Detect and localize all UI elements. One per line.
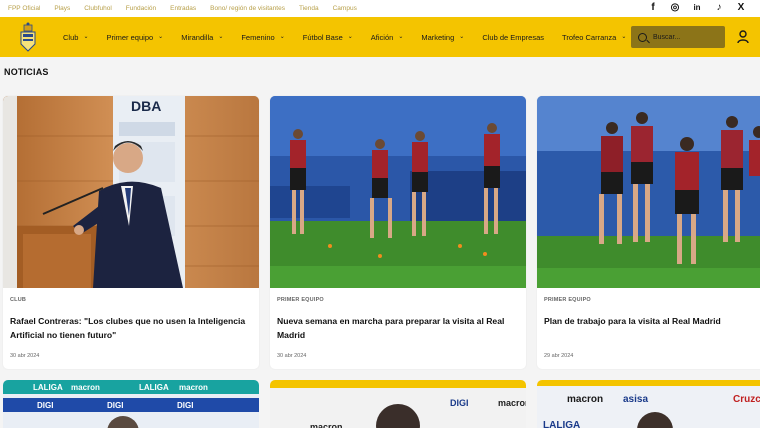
top-utility-bar: FPP Oficial Plays Clubfuhol Fundación En…	[0, 0, 760, 17]
news-date: 30 abr 2024	[277, 353, 307, 359]
chevron-down-icon: ⌄	[83, 34, 89, 40]
news-image-training[interactable]	[270, 96, 526, 288]
ad-text: DIGI	[107, 401, 123, 410]
topbar-link[interactable]: Plays	[54, 5, 70, 12]
ad-text: Cruzcampo	[733, 394, 760, 405]
ad-text: LALIGA	[33, 383, 63, 392]
nav-item-label: Marketing	[421, 32, 455, 42]
search-icon	[638, 32, 647, 42]
news-category: PRIMER EQUIPO	[544, 297, 591, 303]
news-title[interactable]: Rafael Contreras: "Los clubes que no use…	[10, 315, 250, 342]
news-image-press-conference[interactable]: DBA	[3, 96, 259, 288]
news-date: 30 abr 2024	[10, 353, 40, 359]
chevron-down-icon: ⌄	[398, 34, 404, 40]
user-account-icon[interactable]	[737, 30, 749, 44]
social-links: f ◎ in ♪ X	[648, 2, 746, 14]
main-navigation: Club ⌄ Primer equipo ⌄ Mirandilla ⌄ Femenin…	[0, 17, 760, 57]
news-card[interactable]: PRIMER EQUIPO Plan de trabajo para la vi…	[537, 96, 760, 369]
nav-item-label: Club	[63, 32, 79, 42]
nav-item-label: Primer equipo	[106, 32, 154, 42]
nav-item-label: Afición	[370, 32, 394, 42]
nav-item-primer-equipo[interactable]: Primer equipo ⌄	[106, 33, 163, 42]
news-title[interactable]: Plan de trabajo para la visita al Real M…	[544, 315, 760, 329]
chevron-down-icon: ⌄	[279, 34, 285, 40]
search-box[interactable]	[631, 26, 725, 48]
ad-text: macron	[310, 422, 343, 428]
news-card-image[interactable]: macron asisa Cruzcampo LALIGA	[537, 380, 760, 428]
x-icon[interactable]: X	[736, 2, 746, 14]
chevron-down-icon: ⌄	[459, 34, 465, 40]
topbar-link[interactable]: Clubfuhol	[84, 5, 111, 12]
news-card-image[interactable]: DIGI macron macron	[270, 380, 526, 428]
topbar-link[interactable]: Fundación	[126, 5, 156, 12]
news-card[interactable]: PRIMER EQUIPO Nueva semana en marcha par…	[270, 96, 526, 369]
ad-text: LALIGA	[543, 420, 580, 428]
nav-item-label: Club de Empresas	[482, 32, 545, 42]
club-crest-logo[interactable]	[19, 22, 37, 52]
section-title-noticias: NOTICIAS	[4, 67, 49, 77]
nav-item-futbol-base[interactable]: Fútbol Base ⌄	[303, 33, 353, 42]
ad-text: macron	[498, 398, 526, 408]
topbar-link[interactable]: Campus	[333, 5, 357, 12]
linkedin-icon[interactable]: in	[692, 2, 702, 14]
instagram-icon[interactable]: ◎	[670, 2, 680, 14]
nav-item-mirandilla[interactable]: Mirandilla ⌄	[181, 33, 223, 42]
tiktok-icon[interactable]: ♪	[714, 2, 724, 14]
nav-item-marketing[interactable]: Marketing ⌄	[421, 33, 464, 42]
chevron-down-icon: ⌄	[347, 34, 353, 40]
nav-item-club[interactable]: Club ⌄	[63, 33, 88, 42]
news-image-training-group[interactable]	[537, 96, 760, 288]
ad-text: macron	[71, 383, 100, 392]
nav-item-label: Fútbol Base	[302, 32, 343, 42]
ad-text: asisa	[623, 394, 648, 405]
nav-item-label: Trofeo Carranza	[562, 32, 617, 42]
chevron-down-icon: ⌄	[621, 34, 627, 40]
nav-item-trofeo-carranza[interactable]: Trofeo Carranza ⌄	[562, 33, 626, 42]
nav-menu: Club ⌄ Primer equipo ⌄ Mirandilla ⌄ Femenin…	[63, 33, 644, 42]
nav-item-aficion[interactable]: Afición ⌄	[371, 33, 404, 42]
ad-text: macron	[179, 383, 208, 392]
nav-item-club-de-empresas[interactable]: Club de Empresas	[482, 33, 544, 42]
news-date: 29 abr 2024	[544, 353, 574, 359]
nav-item-label: Mirandilla	[181, 32, 214, 42]
ad-text: LALIGA	[139, 383, 169, 392]
chevron-down-icon: ⌄	[158, 34, 164, 40]
news-card-image[interactable]: LALIGA macron LALIGA macron DIGI DIGI DI…	[3, 380, 259, 428]
news-category: PRIMER EQUIPO	[277, 297, 324, 303]
news-card[interactable]: DBA CLUB Rafael Contreras: "Los clubes q…	[3, 96, 259, 369]
topbar-link[interactable]: Tienda	[299, 5, 319, 12]
banner-text: DBA	[131, 98, 161, 114]
topbar-link[interactable]: Entradas	[170, 5, 196, 12]
topbar-link[interactable]: Bono/ región de visitantes	[210, 5, 285, 12]
facebook-icon[interactable]: f	[648, 2, 658, 14]
ad-text: DIGI	[37, 401, 53, 410]
news-title[interactable]: Nueva semana en marcha para preparar la …	[277, 315, 517, 342]
search-input[interactable]	[653, 33, 719, 41]
nav-item-label: Femenino	[241, 32, 275, 42]
ad-text: macron	[567, 394, 603, 405]
ad-text: DIGI	[177, 401, 193, 410]
chevron-down-icon: ⌄	[218, 34, 224, 40]
topbar-link[interactable]: FPP Oficial	[8, 5, 40, 12]
news-category: CLUB	[10, 297, 27, 303]
ad-text: DIGI	[450, 398, 469, 408]
nav-item-femenino[interactable]: Femenino ⌄	[241, 33, 284, 42]
